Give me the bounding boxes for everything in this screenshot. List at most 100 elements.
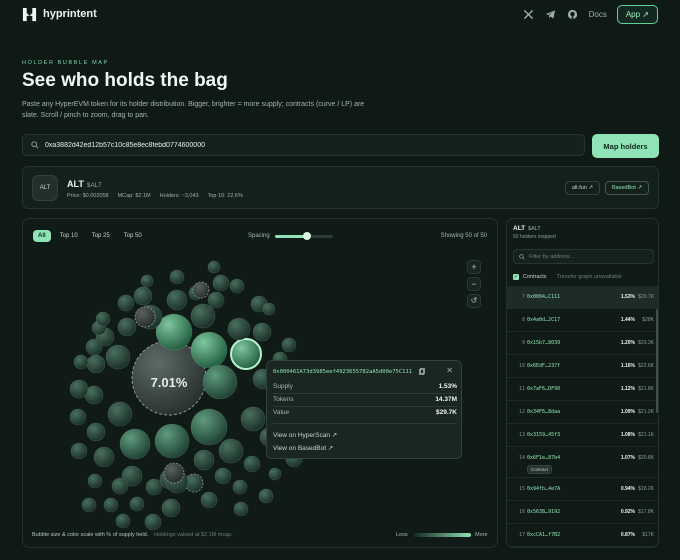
spacing-slider[interactable]: [275, 232, 333, 240]
holder-bubble[interactable]: [202, 364, 238, 400]
selected-holder-bubble[interactable]: [230, 338, 262, 370]
holder-bubble[interactable]: [166, 289, 188, 311]
holder-bubble[interactable]: [154, 423, 190, 459]
holder-bubble[interactable]: [119, 428, 151, 460]
holder-bubble[interactable]: [192, 281, 210, 299]
holder-address[interactable]: 0x34F6…8daa: [527, 409, 560, 415]
holder-bubble[interactable]: [111, 477, 129, 495]
holder-bubble[interactable]: [129, 496, 145, 512]
tab-top-50[interactable]: Top 50: [119, 230, 147, 242]
tooltip-address[interactable]: 0x000461A73d3985eef4923655782aA5d00e75C1…: [273, 369, 412, 375]
holder-address[interactable]: 0x0004…C111: [527, 294, 560, 300]
holder-bubble[interactable]: [227, 317, 251, 341]
holder-bubble[interactable]: [133, 286, 153, 306]
holder-bubble[interactable]: [161, 498, 181, 518]
holder-bubble[interactable]: [229, 278, 245, 294]
holder-row[interactable]: 13 0x3159…45f3 1.08% $21.1K: [507, 424, 658, 447]
holder-bubble[interactable]: [140, 274, 154, 288]
tab-top-25[interactable]: Top 25: [87, 230, 115, 242]
holder-bubble[interactable]: [218, 438, 244, 464]
holder-address[interactable]: 0x15b7…8039: [527, 340, 560, 346]
holder-row[interactable]: 9 0x15b7…8039 1.20% $23.3K: [507, 332, 658, 355]
basedbot-link[interactable]: BasedBot ↗: [605, 181, 649, 195]
brand-name[interactable]: hyprintent: [43, 8, 97, 20]
holder-address[interactable]: 0x6EdF…237f: [527, 363, 560, 369]
holder-bubble[interactable]: [262, 302, 276, 316]
holder-bubble[interactable]: [207, 291, 225, 309]
tab-top-10[interactable]: Top 10: [55, 230, 83, 242]
holder-row[interactable]: 10 0x6EdF…237f 1.16% $22.6K: [507, 355, 658, 378]
holder-bubble[interactable]: [144, 513, 162, 531]
holder-bubble[interactable]: [81, 497, 97, 513]
reset-view-button[interactable]: ↺: [467, 294, 481, 308]
checkbox-checked-icon[interactable]: ✓: [513, 274, 519, 280]
holder-row[interactable]: 7 0x0004…C111 1.53% $29.7K: [507, 286, 658, 309]
holder-bubble[interactable]: [70, 442, 88, 460]
holder-bubble[interactable]: [169, 269, 185, 285]
holder-row[interactable]: 8 0x4a0d…2C17 1.44% $28K: [507, 309, 658, 332]
holder-bubble[interactable]: [190, 331, 228, 369]
holder-bubble[interactable]: [190, 408, 228, 446]
holder-bubble[interactable]: [117, 317, 137, 337]
holder-bubble[interactable]: [145, 478, 163, 496]
holder-row[interactable]: 180x758a…b4130.82%$16K: [507, 547, 659, 548]
holder-bubble[interactable]: [117, 294, 135, 312]
holder-address[interactable]: 0xcCA1…f7B2: [527, 532, 560, 538]
holder-bubble[interactable]: [214, 467, 232, 485]
zoom-out-button[interactable]: −: [467, 277, 481, 291]
github-icon[interactable]: [567, 8, 579, 20]
zoom-in-button[interactable]: +: [467, 260, 481, 274]
x-twitter-icon[interactable]: [523, 8, 535, 20]
holder-bubble[interactable]: [103, 497, 119, 513]
holder-bubble[interactable]: [190, 303, 216, 329]
holder-row[interactable]: 17 0xcCA1…f7B2 0.87% $17K: [507, 524, 658, 547]
holder-bubble[interactable]: [87, 473, 103, 489]
holder-row[interactable]: 14 0x6F1e…87b4 1.07% $20.8K Contract: [507, 447, 658, 478]
docs-link[interactable]: Docs: [589, 10, 607, 19]
token-address-input[interactable]: [45, 141, 565, 149]
holder-address[interactable]: 0x7aF6…DF90: [527, 386, 560, 392]
scrollbar[interactable]: [656, 309, 658, 413]
brand-logo-icon[interactable]: [22, 7, 37, 22]
holder-bubble[interactable]: [93, 446, 115, 468]
map-holders-button[interactable]: Map holders: [592, 134, 659, 158]
holder-row[interactable]: 16 0x5638…9192 0.92% $17.8K: [507, 501, 658, 524]
basedbot-tooltip-link[interactable]: View on BasedBot ↗: [273, 444, 333, 452]
holder-bubble[interactable]: [232, 479, 248, 495]
telegram-icon[interactable]: [545, 8, 557, 20]
address-filter-input[interactable]: [529, 253, 649, 260]
holder-bubble[interactable]: [69, 379, 89, 399]
holder-row[interactable]: 11 0x7aF6…DF90 1.12% $21.8K: [507, 378, 658, 401]
close-icon[interactable]: ✕: [446, 366, 453, 375]
holder-bubble[interactable]: [268, 467, 282, 481]
holder-address[interactable]: 0x4a0d…2C17: [527, 317, 560, 323]
holder-bubble[interactable]: [115, 513, 131, 529]
spacing-slider-knob[interactable]: [302, 232, 311, 240]
holder-bubble[interactable]: [193, 449, 215, 471]
app-button[interactable]: App ↗: [616, 4, 658, 24]
copy-icon[interactable]: [419, 368, 425, 375]
holder-bubble[interactable]: [212, 274, 230, 292]
holder-bubble[interactable]: [163, 462, 185, 484]
holder-bubble[interactable]: [233, 501, 249, 517]
holder-bubble[interactable]: [134, 306, 156, 328]
holder-row[interactable]: 12 0x34F6…8daa 1.09% $21.2K: [507, 401, 658, 424]
holder-bubble[interactable]: [240, 406, 266, 432]
holder-bubble[interactable]: [252, 322, 272, 342]
holder-bubble[interactable]: [73, 354, 89, 370]
tab-all[interactable]: All: [33, 230, 51, 242]
holder-bubble[interactable]: [258, 488, 274, 504]
holder-row[interactable]: 15 0x94fb…4e7A 0.94% $18.2K: [507, 478, 658, 501]
hyperscan-link[interactable]: View on HyperScan ↗: [273, 431, 337, 439]
holder-bubble[interactable]: [281, 337, 297, 353]
contracts-toggle[interactable]: ✓ Contracts Transfer graph unavailable: [513, 274, 622, 280]
holder-bubble[interactable]: [86, 422, 106, 442]
holder-address[interactable]: 0x94fb…4e7A: [527, 486, 560, 492]
holder-bubble[interactable]: [207, 260, 221, 274]
holder-address[interactable]: 0x6F1e…87b4: [527, 455, 560, 461]
holder-bubble[interactable]: [200, 491, 218, 509]
holder-bubble[interactable]: [85, 338, 103, 356]
altfun-link[interactable]: alt.fun ↗: [564, 181, 600, 195]
holder-address[interactable]: 0x5638…9192: [527, 509, 560, 515]
holder-bubble[interactable]: [105, 344, 131, 370]
